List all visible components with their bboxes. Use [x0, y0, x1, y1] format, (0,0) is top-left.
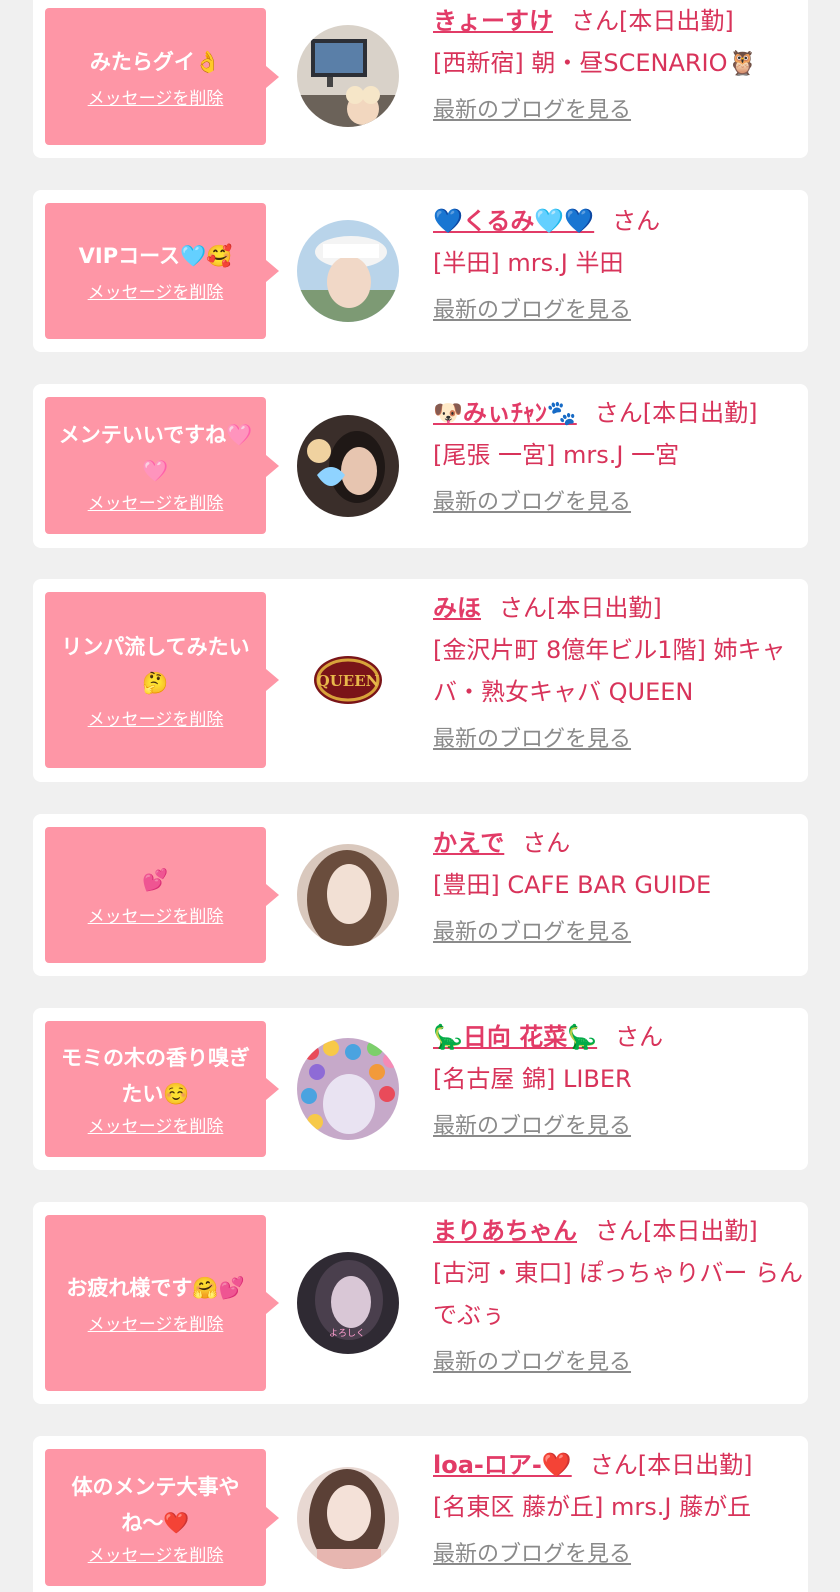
message-bubble: モミの木の香り嗅ぎたい☺️ メッセージを削除 [45, 1021, 279, 1157]
sender-info: loa-ロア-❤️ さん[本日出勤] [名東区 藤が丘] mrs.J 藤が丘 最新… [433, 1444, 803, 1570]
message-text: VIPコース🩵🥰 [78, 244, 233, 268]
sender-name-link[interactable]: きょーすけ [433, 7, 553, 35]
delete-message-link[interactable]: メッセージを削除 [88, 282, 224, 304]
shop-text: [西新宿] 朝・昼SCENARIO🦉 [433, 49, 758, 77]
sender-name-link[interactable]: 🦕日向 花菜🦕 [433, 1023, 597, 1051]
shop-text: [尾張 一宮] mrs.J 一宮 [433, 441, 680, 469]
latest-blog-link[interactable]: 最新のブログを見る [433, 725, 631, 755]
shop-text: [金沢片町 8億年ビル1階] 姉キャバ・熟女キャバ QUEEN [433, 636, 786, 706]
message-text: みたらグイ👌 [89, 49, 222, 74]
shop-text: [名古屋 錦] LIBER [433, 1065, 632, 1093]
message-list: みたらグイ👌 メッセージを削除 きょーすけ さん[本日出勤] [西新宿] 朝・昼S… [0, 0, 840, 1592]
sender-suffix: さん[本日出勤] [571, 7, 734, 35]
message-bubble: みたらグイ👌 メッセージを削除 [45, 8, 279, 145]
message-bubble: VIPコース🩵🥰 メッセージを削除 [45, 203, 279, 339]
sender-name-link[interactable]: まりあちゃん [433, 1217, 577, 1245]
shop-text: [名東区 藤が丘] mrs.J 藤が丘 [433, 1493, 752, 1521]
message-card: お疲れ様です🤗💕 メッセージを削除 よろしく まりあちゃん さん[本日出勤] [古… [33, 1202, 808, 1404]
delete-message-link[interactable]: メッセージを削除 [88, 906, 224, 928]
message-text: リンパ流してみたい🤔 [61, 635, 250, 695]
delete-message-link[interactable]: メッセージを削除 [88, 1116, 224, 1138]
sender-suffix: さん[本日出勤] [589, 1451, 753, 1479]
sender-info: 🐶みぃﾁｬﾝ🐾 さん[本日出勤] [尾張 一宮] mrs.J 一宮 最新のブログを… [433, 392, 803, 518]
avatar[interactable] [297, 844, 399, 946]
sender-suffix: さん[本日出勤] [594, 399, 758, 427]
sender-suffix: さん[本日出勤] [499, 594, 662, 622]
sender-suffix: さん [522, 829, 571, 857]
message-bubble: リンパ流してみたい🤔 メッセージを削除 [45, 592, 279, 768]
message-card: 体のメンテ大事やね〜❤️ メッセージを削除 loa-ロア-❤️ さん[本日出勤] … [33, 1436, 808, 1592]
sender-suffix: さん[本日出勤] [595, 1217, 758, 1245]
message-card: モミの木の香り嗅ぎたい☺️ メッセージを削除 🦕日向 花菜🦕 さん [名古屋 錦]… [33, 1008, 808, 1170]
message-bubble: メンテいいですね🩷🩷 メッセージを削除 [45, 397, 279, 534]
delete-message-link[interactable]: メッセージを削除 [88, 709, 224, 731]
message-bubble: お疲れ様です🤗💕 メッセージを削除 [45, 1215, 279, 1391]
latest-blog-link[interactable]: 最新のブログを見る [433, 1540, 631, 1570]
message-card: リンパ流してみたい🤔 メッセージを削除 QUEEN みほ さん[本日出勤] [金沢… [33, 579, 808, 782]
avatar[interactable]: よろしく [297, 1252, 399, 1354]
message-card: VIPコース🩵🥰 メッセージを削除 💙⁣くるみ🩵💙 さん [半田] mrs.J 半… [33, 190, 808, 352]
avatar[interactable]: QUEEN [297, 629, 399, 731]
message-text: お疲れ様です🤗💕 [66, 1276, 245, 1300]
shop-text: [豊田] CAFE BAR GUIDE [433, 871, 712, 899]
message-text: 体のメンテ大事やね〜❤️ [71, 1474, 240, 1535]
sender-info: 💙⁣くるみ🩵💙 さん [半田] mrs.J 半田 最新のブログを見る [433, 200, 803, 326]
message-text: モミの木の香り嗅ぎたい☺️ [61, 1046, 250, 1106]
delete-message-link[interactable]: メッセージを削除 [88, 493, 224, 515]
delete-message-link[interactable]: メッセージを削除 [88, 1545, 224, 1567]
latest-blog-link[interactable]: 最新のブログを見る [433, 488, 631, 518]
sender-info: 🦕日向 花菜🦕 さん [名古屋 錦] LIBER 最新のブログを見る [433, 1016, 803, 1142]
delete-message-link[interactable]: メッセージを削除 [88, 88, 224, 110]
latest-blog-link[interactable]: 最新のブログを見る [433, 918, 631, 948]
message-card: メンテいいですね🩷🩷 メッセージを削除 🐶みぃﾁｬﾝ🐾 さん[本日出勤] [尾張 … [33, 384, 808, 548]
delete-message-link[interactable]: メッセージを削除 [88, 1314, 224, 1336]
message-bubble: 体のメンテ大事やね〜❤️ メッセージを削除 [45, 1449, 279, 1586]
sender-name-link[interactable]: みほ [433, 594, 481, 622]
latest-blog-link[interactable]: 最新のブログを見る [433, 1348, 631, 1378]
sender-name-link[interactable]: loa-ロア-❤️ [433, 1451, 572, 1479]
sender-name-link[interactable]: 🐶みぃﾁｬﾝ🐾 [433, 399, 577, 427]
message-text: 💕 [142, 868, 169, 892]
sender-name-link[interactable]: 💙⁣くるみ🩵💙 [433, 207, 594, 235]
sender-suffix: さん [615, 1023, 664, 1051]
message-card: みたらグイ👌 メッセージを削除 きょーすけ さん[本日出勤] [西新宿] 朝・昼S… [33, 0, 808, 158]
svg-text:よろしく: よろしく [329, 1328, 365, 1339]
svg-text:QUEEN: QUEEN [317, 672, 380, 690]
latest-blog-link[interactable]: 最新のブログを見る [433, 96, 631, 126]
avatar[interactable] [297, 25, 399, 127]
latest-blog-link[interactable]: 最新のブログを見る [433, 1112, 631, 1142]
avatar[interactable] [297, 220, 399, 322]
message-text: メンテいいですね🩷🩷 [58, 422, 253, 483]
sender-info: みほ さん[本日出勤] [金沢片町 8億年ビル1階] 姉キャバ・熟女キャバ QUE… [433, 587, 803, 755]
avatar[interactable] [297, 415, 399, 517]
sender-info: きょーすけ さん[本日出勤] [西新宿] 朝・昼SCENARIO🦉 最新のブログを… [433, 0, 803, 126]
shop-text: [古河・東口] ぽっちゃりバー らんでぶぅ [433, 1259, 803, 1329]
shop-text: [半田] mrs.J 半田 [433, 249, 624, 277]
sender-name-link[interactable]: かえで [433, 829, 504, 857]
avatar[interactable] [297, 1038, 399, 1140]
latest-blog-link[interactable]: 最新のブログを見る [433, 296, 631, 326]
avatar[interactable] [297, 1467, 399, 1569]
message-bubble: 💕 メッセージを削除 [45, 827, 279, 963]
sender-info: かえで さん [豊田] CAFE BAR GUIDE 最新のブログを見る [433, 822, 803, 948]
message-card: 💕 メッセージを削除 かえで さん [豊田] CAFE BAR GUIDE 最新の… [33, 814, 808, 976]
sender-info: まりあちゃん さん[本日出勤] [古河・東口] ぽっちゃりバー らんでぶぅ 最新の… [433, 1210, 803, 1378]
sender-suffix: さん [612, 207, 661, 235]
